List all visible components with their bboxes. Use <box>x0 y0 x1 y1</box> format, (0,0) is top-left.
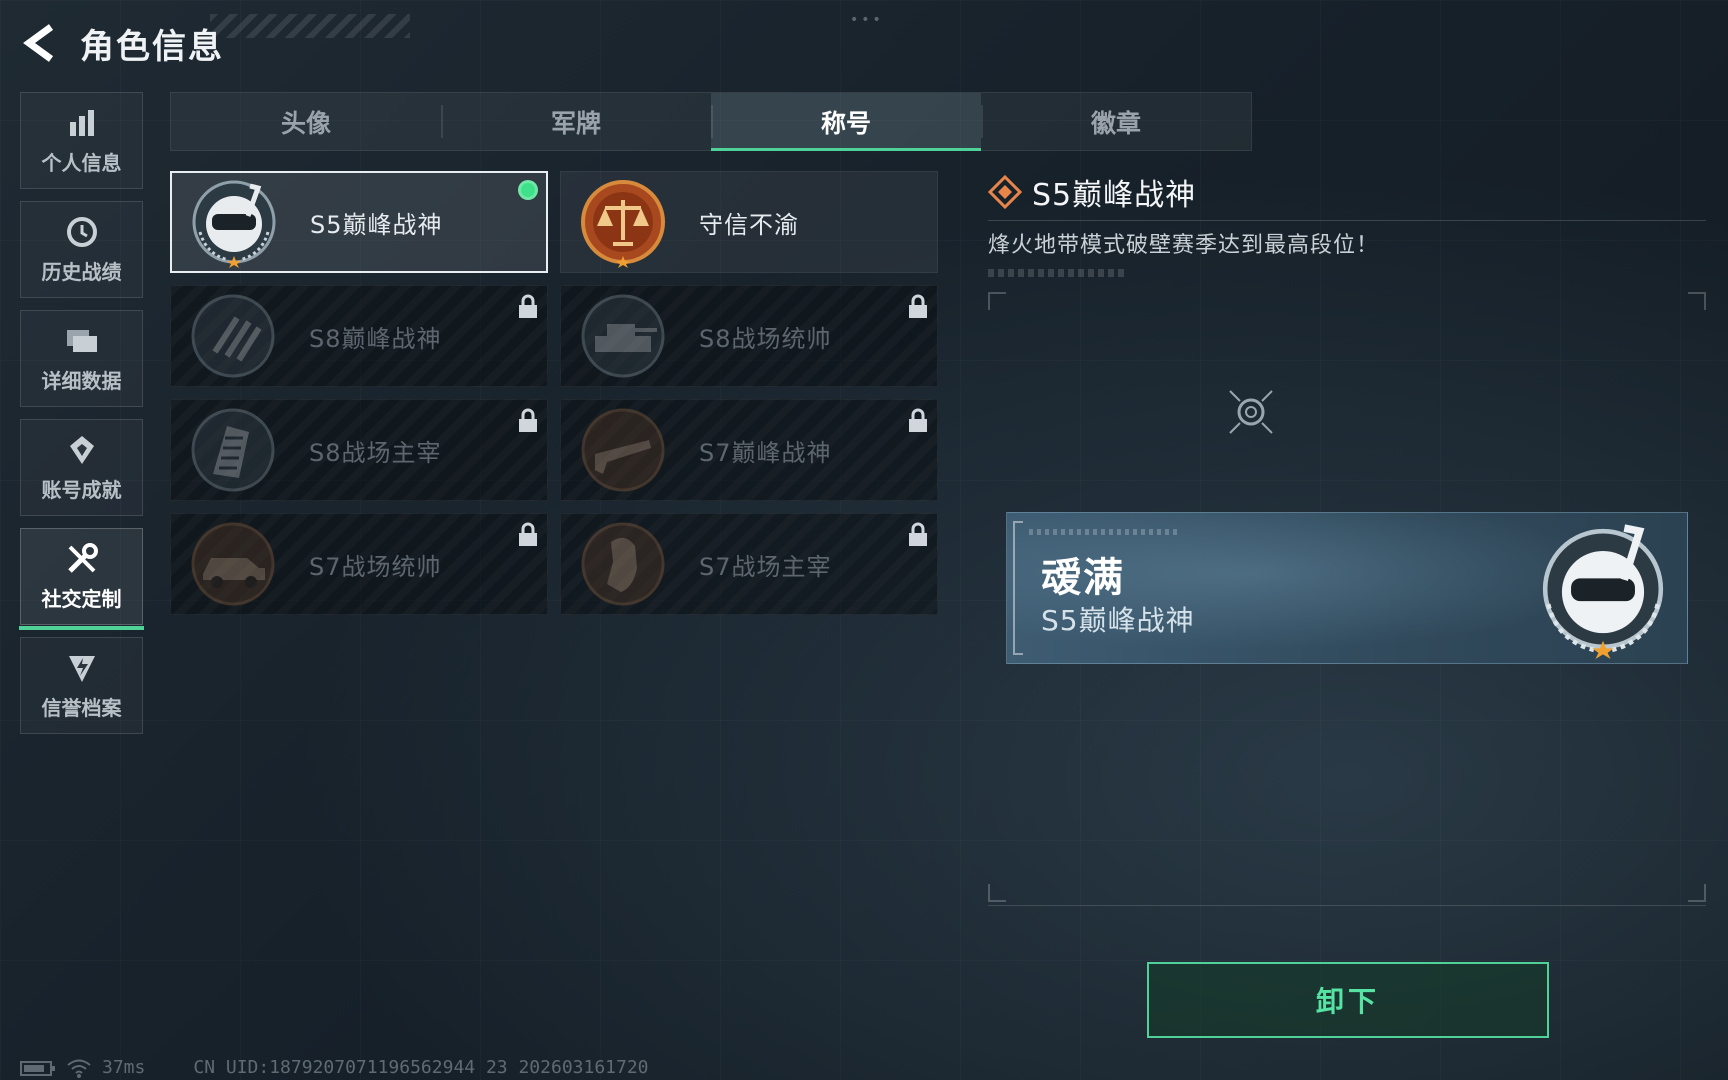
sidebar-item-label: 社交定制 <box>41 587 122 611</box>
detail-decoration <box>988 269 1124 277</box>
card-bracket <box>1013 521 1023 655</box>
bar-chart-icon <box>64 105 100 141</box>
detail-description: 烽火地带模式破壁赛季达到最高段位！ <box>988 233 1380 258</box>
title-card[interactable]: S7战场主宰 <box>560 513 938 615</box>
crosshair-icon <box>1229 390 1273 434</box>
title-name: S7巅峰战神 <box>699 438 832 467</box>
wifi-icon <box>67 1059 91 1078</box>
title-name: S7战场主宰 <box>699 552 832 581</box>
lock-icon <box>519 294 537 318</box>
header-dots: ••• <box>850 12 884 28</box>
tools-icon <box>64 541 100 577</box>
player-title: S5巅峰战神 <box>1041 604 1195 637</box>
title-name: S8战场主宰 <box>309 438 442 467</box>
card-decoration <box>1029 529 1179 535</box>
snorkel-badge-icon <box>192 180 276 268</box>
title-name: S8战场统帅 <box>699 324 832 353</box>
sidebar-item-credit-record[interactable]: 信誉档案 <box>20 637 143 734</box>
lock-icon <box>519 408 537 432</box>
rifle-badge-icon <box>581 408 665 492</box>
uid-readout: CN UID:1879207071196562944 23 2026031617… <box>193 1057 649 1078</box>
snorkel-badge-icon <box>1542 524 1664 659</box>
sidebar-item-label: 账号成就 <box>41 478 122 502</box>
frame-corner <box>1688 884 1706 902</box>
name-card-preview: 叆满 S5巅峰战神 <box>1006 512 1688 664</box>
achievement-icon <box>64 432 100 468</box>
sidebar-item-personal-info[interactable]: 个人信息 <box>20 92 143 189</box>
tab-badge[interactable]: 徽章 <box>981 93 1251 150</box>
header-decoration <box>210 14 410 38</box>
diamond-icon <box>988 175 1022 209</box>
title-grid: S5巅峰战神 守信不渝 S8巅峰战神 S8战场统帅 S8战场主宰 S7巅峰战神 … <box>170 171 938 615</box>
unequip-button[interactable]: 卸下 <box>1147 962 1549 1038</box>
sidebar: 个人信息 历史战绩 详细数据 账号成就 社交定制 信誉档案 <box>19 92 144 746</box>
ping-readout: 37ms <box>102 1057 146 1078</box>
tab-dog-tag[interactable]: 军牌 <box>441 93 711 150</box>
detail-header: S5巅峰战神 <box>988 170 1706 214</box>
sidebar-item-detailed-data[interactable]: 详细数据 <box>20 310 143 407</box>
status-bar: 37ms CN UID:1879207071196562944 23 20260… <box>20 1055 649 1080</box>
title-card[interactable]: S7巅峰战神 <box>560 399 938 501</box>
tab-title[interactable]: 称号 <box>711 93 981 151</box>
soldier-badge-icon <box>581 522 665 606</box>
equipped-indicator <box>518 180 538 200</box>
back-arrow-icon <box>23 24 54 62</box>
unequip-label: 卸下 <box>1315 985 1380 1018</box>
player-name: 叆满 <box>1041 555 1125 601</box>
title-name: S5巅峰战神 <box>310 210 443 239</box>
title-card[interactable]: S8巅峰战神 <box>170 285 548 387</box>
detail-title: S5巅峰战神 <box>1032 178 1197 213</box>
divider <box>988 220 1706 221</box>
title-card[interactable]: 守信不渝 <box>560 171 938 273</box>
divider <box>988 905 1706 906</box>
lock-icon <box>909 522 927 546</box>
tab-avatar[interactable]: 头像 <box>171 93 441 150</box>
title-name: S7战场统帅 <box>309 552 442 581</box>
title-name: S8巅峰战神 <box>309 324 442 353</box>
title-card[interactable]: S8战场主宰 <box>170 399 548 501</box>
sidebar-item-label: 历史战绩 <box>41 260 122 284</box>
battery-icon <box>20 1060 55 1076</box>
credit-shield-icon <box>64 650 100 686</box>
sidebar-item-label: 个人信息 <box>41 151 122 175</box>
frame-corner <box>988 292 1006 310</box>
title-card[interactable]: S8战场统帅 <box>560 285 938 387</box>
frame-corner <box>1688 292 1706 310</box>
lock-icon <box>909 294 927 318</box>
sidebar-item-history[interactable]: 历史战绩 <box>20 201 143 298</box>
sidebar-item-label: 信誉档案 <box>41 696 122 720</box>
lock-icon <box>519 522 537 546</box>
back-button[interactable] <box>20 20 60 66</box>
header: 角色信息 <box>20 18 224 68</box>
title-name: 守信不渝 <box>699 210 799 239</box>
title-card[interactable]: S7战场统帅 <box>170 513 548 615</box>
title-card[interactable]: S5巅峰战神 <box>170 171 548 273</box>
slash-badge-icon <box>191 294 275 378</box>
sidebar-item-social-custom[interactable]: 社交定制 <box>19 528 144 630</box>
sidebar-item-achievements[interactable]: 账号成就 <box>20 419 143 516</box>
scales-badge-icon <box>581 180 665 268</box>
title-detail: S5巅峰战神 烽火地带模式破壁赛季达到最高段位！ <box>988 170 1706 277</box>
building-badge-icon <box>191 408 275 492</box>
frame-corner <box>988 884 1006 902</box>
page-title: 角色信息 <box>80 26 224 67</box>
folder-icon <box>64 323 100 359</box>
history-icon <box>64 214 100 250</box>
tank-badge-icon <box>581 294 665 378</box>
lock-icon <box>909 408 927 432</box>
sidebar-item-label: 详细数据 <box>41 369 122 393</box>
vehicle-badge-icon <box>191 522 275 606</box>
tab-bar: 头像 军牌 称号 徽章 <box>170 92 1252 151</box>
